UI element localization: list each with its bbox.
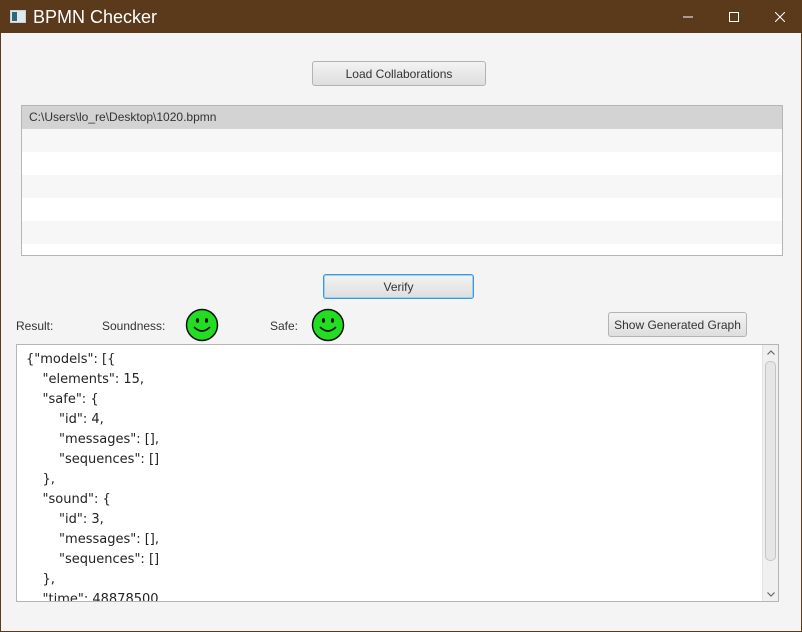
minimize-icon: [683, 16, 693, 18]
chevron-down-icon: [767, 591, 775, 597]
safe-label: Safe:: [270, 319, 299, 333]
result-label: Result:: [16, 319, 54, 333]
minimize-button[interactable]: [665, 1, 711, 33]
app-window: BPMN Checker Load Collaborations C:\User…: [0, 0, 802, 632]
app-icon: [10, 10, 26, 23]
scroll-down-button[interactable]: [763, 587, 778, 601]
list-item[interactable]: [22, 129, 782, 152]
verify-button[interactable]: Verify: [323, 274, 474, 299]
vertical-scrollbar[interactable]: [762, 345, 778, 601]
window-title: BPMN Checker: [33, 7, 158, 27]
close-icon: [775, 12, 785, 22]
soundness-smiley-icon: [185, 308, 219, 342]
maximize-icon: [729, 12, 739, 22]
close-button[interactable]: [757, 1, 802, 33]
load-collaborations-button[interactable]: Load Collaborations: [312, 61, 486, 86]
safe-smiley-icon: [311, 308, 345, 342]
list-item[interactable]: [22, 175, 782, 198]
scroll-thumb[interactable]: [765, 361, 776, 561]
result-text-area[interactable]: {"models": [{ "elements": 15, "safe": { …: [16, 344, 779, 602]
file-list[interactable]: C:\Users\lo_re\Desktop\1020.bpmn: [21, 105, 783, 256]
title-bar[interactable]: BPMN Checker: [1, 1, 801, 33]
scroll-up-button[interactable]: [763, 345, 778, 359]
soundness-label: Soundness:: [102, 319, 166, 333]
list-item[interactable]: [22, 152, 782, 175]
list-item[interactable]: [22, 198, 782, 221]
show-generated-graph-button[interactable]: Show Generated Graph: [608, 312, 747, 337]
result-json-text: {"models": [{ "elements": 15, "safe": { …: [26, 352, 160, 602]
list-item[interactable]: C:\Users\lo_re\Desktop\1020.bpmn: [22, 106, 782, 129]
chevron-up-icon: [767, 349, 775, 355]
maximize-button[interactable]: [711, 1, 757, 33]
list-item[interactable]: [22, 221, 782, 244]
